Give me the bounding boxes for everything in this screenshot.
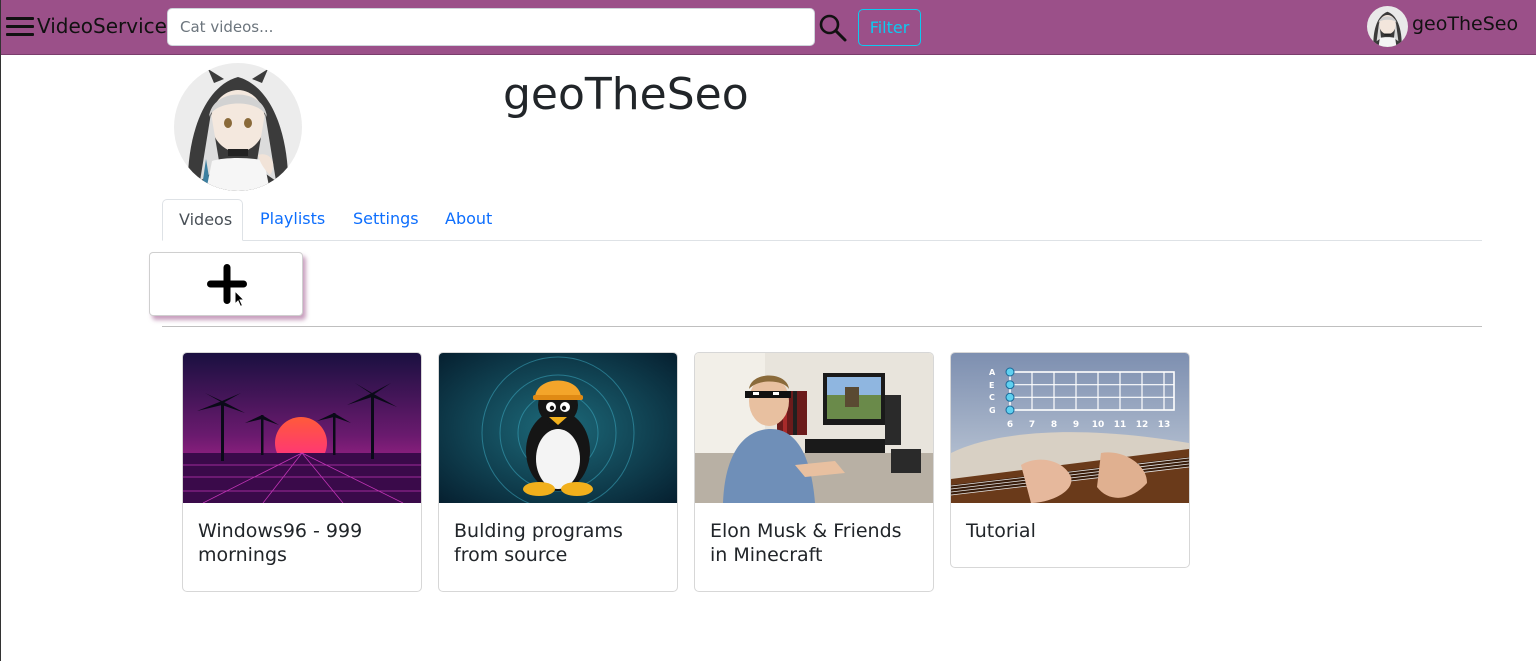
video-thumbnail [695,353,933,503]
video-thumbnail: A E C G 6 7 8 9 10 11 12 13 [951,353,1189,503]
search-input[interactable] [167,8,815,46]
fret-number-label: 6 [1007,420,1013,430]
tab-settings[interactable]: Settings [337,199,435,241]
fret-number-label: 11 [1114,420,1127,430]
tab-videos[interactable]: Videos [162,199,243,241]
fret-number-label: 13 [1158,420,1171,430]
video-card[interactable]: Elon Musk & Friends in Minecraft [694,352,934,592]
fret-string-label: A [989,368,996,377]
fret-number-label: 12 [1136,420,1149,430]
filter-button[interactable]: Filter [858,9,921,46]
username-label: geoTheSeo [1412,13,1519,35]
tab-playlists[interactable]: Playlists [244,199,341,241]
fret-string-label: G [989,406,996,415]
avatar [1367,6,1408,47]
video-card[interactable]: A E C G 6 7 8 9 10 11 12 13 Tutorial [950,352,1190,568]
brand-link[interactable]: VideoService [37,14,167,38]
upload-video-button[interactable] [149,252,303,316]
menu-icon[interactable] [6,15,34,37]
profile-name: geoTheSeo [503,69,749,120]
video-thumbnail [439,353,677,503]
video-title[interactable]: Elon Musk & Friends in Minecraft [695,503,933,567]
fret-number-label: 8 [1051,420,1057,430]
mouse-cursor-icon [234,290,246,308]
fret-number-label: 7 [1029,420,1035,430]
video-thumbnail [183,353,421,503]
search-icon[interactable] [818,13,848,43]
fret-number-label: 10 [1092,420,1105,430]
profile-tabs: Videos Playlists Settings About [162,199,1482,241]
section-divider [162,326,1482,327]
fret-number-label: 9 [1073,420,1079,430]
video-title[interactable]: Bulding programs from source [439,503,677,567]
video-title[interactable]: Tutorial [951,503,1189,543]
profile-avatar [174,63,302,191]
video-title[interactable]: Windows96 - 999 mornings [183,503,421,567]
video-card[interactable]: Bulding programs from source [438,352,678,592]
fret-string-label: E [989,381,994,390]
fret-string-label: C [989,393,995,402]
tab-about[interactable]: About [429,199,508,241]
top-navbar: VideoService Filter geoTheSeo [1,0,1536,55]
video-card[interactable]: Windows96 - 999 mornings [182,352,422,592]
